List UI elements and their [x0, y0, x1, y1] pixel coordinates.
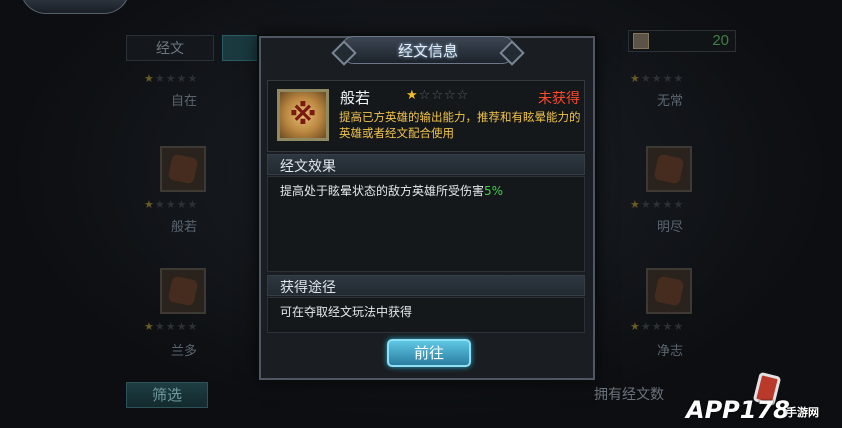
- scripture-item-icon: ※: [277, 89, 329, 141]
- bg-item-stars: ★★★★★: [144, 320, 199, 333]
- top-ornament: [20, 0, 130, 14]
- item-description: 提高已方英雄的输出能力，推荐和有眩晕能力的英雄或者经文配合使用: [339, 110, 581, 140]
- effect-value: 5%: [484, 184, 504, 198]
- bg-item-icon[interactable]: [160, 268, 206, 314]
- dialog-title-plate: 经文信息: [340, 36, 516, 66]
- effect-text: 提高处于眩晕状态的敌方英雄所受伤害5%: [280, 182, 503, 199]
- bg-item-stars: ★★★★★: [144, 72, 199, 85]
- bg-item-name: 般若: [170, 220, 197, 235]
- scripture-glyph-icon: ※: [289, 98, 317, 131]
- bg-item-icon[interactable]: [160, 146, 206, 192]
- bg-item-name: 无常: [656, 94, 683, 109]
- effect-section-title: 经文效果: [280, 159, 336, 175]
- item-star-rating: ★☆☆☆☆: [406, 88, 469, 103]
- bg-item-icon[interactable]: [646, 146, 692, 192]
- watermark-subtext: 手游网: [786, 406, 819, 419]
- source-section-title: 获得途径: [280, 280, 336, 296]
- source-text: 可在夺取经文玩法中获得: [280, 305, 413, 319]
- star-filled-icon: ★: [406, 88, 419, 103]
- effect-section-body: 提高处于眩晕状态的敌方英雄所受伤害5%: [267, 176, 585, 272]
- scroll-icon: [633, 33, 649, 49]
- filter-button[interactable]: 筛选: [126, 382, 208, 408]
- tab-scriptures[interactable]: 经文: [126, 35, 214, 61]
- bg-item-name: 明尽: [656, 220, 683, 235]
- bg-item-name: 净志: [656, 344, 683, 359]
- star-empty-icon: ☆: [456, 88, 470, 103]
- effect-section-header: 经文效果: [267, 154, 585, 175]
- dialog-title: 经文信息: [397, 42, 458, 60]
- bg-item-name: 兰多: [170, 344, 197, 359]
- acquisition-status: 未获得: [538, 91, 580, 107]
- source-section-body: 可在夺取经文玩法中获得: [267, 297, 585, 333]
- bg-item-stars: ★★★★★: [630, 198, 685, 211]
- bg-item-name: 自在: [170, 94, 197, 109]
- watermark-text: APP178: [686, 396, 790, 424]
- effect-description: 提高处于眩晕状态的敌方英雄所受伤害: [280, 184, 485, 198]
- item-name: 般若: [340, 89, 371, 107]
- bg-item-stars: ★★★★★: [630, 320, 685, 333]
- bg-item-icon[interactable]: [646, 268, 692, 314]
- go-button[interactable]: 前往: [387, 339, 471, 367]
- counter-value: 20: [712, 32, 729, 49]
- scripture-counter: 20: [628, 30, 736, 52]
- star-empty-icon: ☆: [418, 88, 432, 103]
- bg-item-stars: ★★★★★: [630, 72, 685, 85]
- star-empty-icon: ☆: [443, 88, 457, 103]
- bg-item-stars: ★★★★★: [144, 198, 199, 211]
- owned-count-label: 拥有经文数: [594, 387, 664, 403]
- source-section-header: 获得途径: [267, 275, 585, 296]
- star-empty-icon: ☆: [431, 88, 444, 103]
- site-watermark: APP178 手游网: [686, 371, 842, 428]
